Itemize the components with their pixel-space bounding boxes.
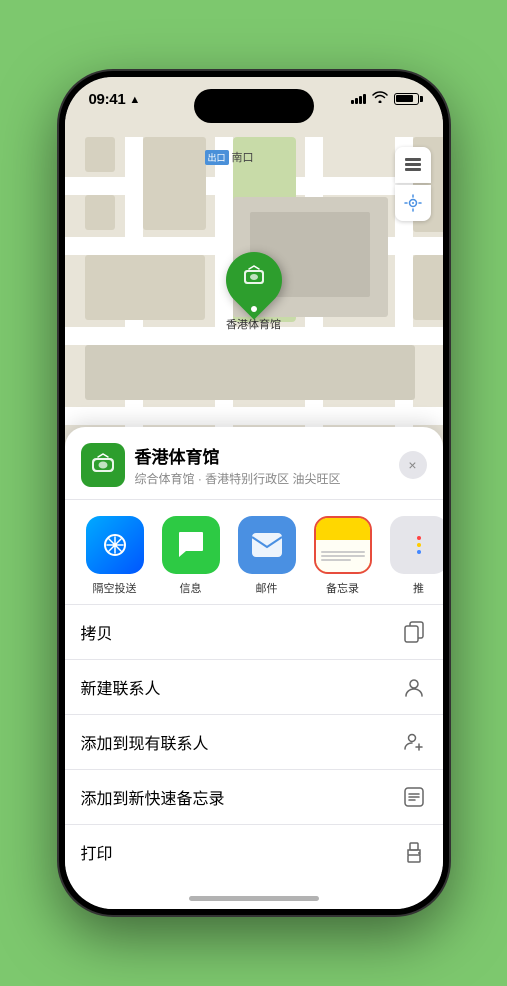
map-label-nankou: 出口 南口: [205, 149, 254, 165]
share-item-messages[interactable]: 信息: [153, 516, 229, 596]
status-time: 09:41: [89, 91, 126, 108]
new-contact-icon: [401, 674, 427, 700]
share-item-airdrop[interactable]: 隔空投送: [77, 516, 153, 596]
more-icon: [390, 516, 443, 574]
mail-label: 邮件: [256, 580, 278, 596]
signal-bar-3: [359, 96, 362, 104]
share-row: 隔空投送 信息: [65, 500, 443, 605]
messages-icon: [162, 516, 220, 574]
copy-label: 拷贝: [81, 620, 113, 644]
signal-bar-4: [363, 94, 366, 104]
add-existing-label: 添加到现有联系人: [81, 730, 209, 754]
map-controls: [395, 147, 431, 221]
share-item-mail[interactable]: 邮件: [229, 516, 305, 596]
signal-bars: [351, 94, 366, 104]
dynamic-island: [194, 89, 314, 123]
notes-label: 备忘录: [326, 580, 359, 596]
new-contact-label: 新建联系人: [81, 675, 161, 699]
venue-subtitle: 综合体育馆 · 香港特别行政区 油尖旺区: [135, 470, 399, 487]
home-indicator-area: [65, 879, 443, 909]
action-quick-note[interactable]: 添加到新快速备忘录: [65, 770, 443, 825]
wifi-icon: [372, 91, 388, 106]
close-button[interactable]: ×: [399, 451, 427, 479]
battery-icon: [394, 93, 419, 105]
exit-name: 南口: [232, 149, 254, 165]
venue-title: 香港体育馆: [135, 443, 399, 468]
share-item-more[interactable]: 推: [381, 516, 443, 596]
location-icon: ▲: [129, 94, 140, 106]
action-list: 拷贝 新建联系人: [65, 605, 443, 879]
pin-inner-icon: [241, 264, 267, 296]
signal-bar-1: [351, 100, 354, 104]
action-copy[interactable]: 拷贝: [65, 605, 443, 660]
copy-icon: [401, 619, 427, 645]
add-existing-icon: [401, 729, 427, 755]
map-layers-button[interactable]: [395, 147, 431, 183]
pin-dot: [251, 306, 257, 312]
notes-icon: [314, 516, 372, 574]
airdrop-icon: [86, 516, 144, 574]
quick-note-icon: [401, 784, 427, 810]
exit-tag: 出口: [205, 150, 229, 165]
dot-yellow: [417, 543, 421, 547]
more-label: 推: [413, 580, 424, 596]
print-icon: [401, 839, 427, 865]
home-indicator: [189, 896, 319, 901]
airdrop-label: 隔空投送: [93, 580, 137, 596]
location-button[interactable]: [395, 185, 431, 221]
dot-blue: [417, 550, 421, 554]
more-dots: [417, 536, 421, 554]
venue-info: 香港体育馆 综合体育馆 · 香港特别行政区 油尖旺区: [135, 443, 399, 487]
quick-note-label: 添加到新快速备忘录: [81, 785, 225, 809]
mail-icon: [238, 516, 296, 574]
venue-icon: [81, 443, 125, 487]
action-new-contact[interactable]: 新建联系人: [65, 660, 443, 715]
phone-frame: 09:41 ▲: [59, 71, 449, 915]
messages-label: 信息: [180, 580, 202, 596]
phone-screen: 09:41 ▲: [65, 77, 443, 909]
signal-bar-2: [355, 98, 358, 104]
share-item-notes[interactable]: 备忘录: [305, 516, 381, 596]
bottom-sheet: 香港体育馆 综合体育馆 · 香港特别行政区 油尖旺区 × 隔空投送: [65, 427, 443, 909]
action-print[interactable]: 打印: [65, 825, 443, 879]
action-add-existing[interactable]: 添加到现有联系人: [65, 715, 443, 770]
status-icons: [351, 91, 419, 106]
dot-red: [417, 536, 421, 540]
venue-pin[interactable]: 香港体育馆: [226, 252, 282, 332]
print-label: 打印: [81, 840, 113, 864]
venue-header: 香港体育馆 综合体育馆 · 香港特别行政区 油尖旺区 ×: [65, 427, 443, 500]
